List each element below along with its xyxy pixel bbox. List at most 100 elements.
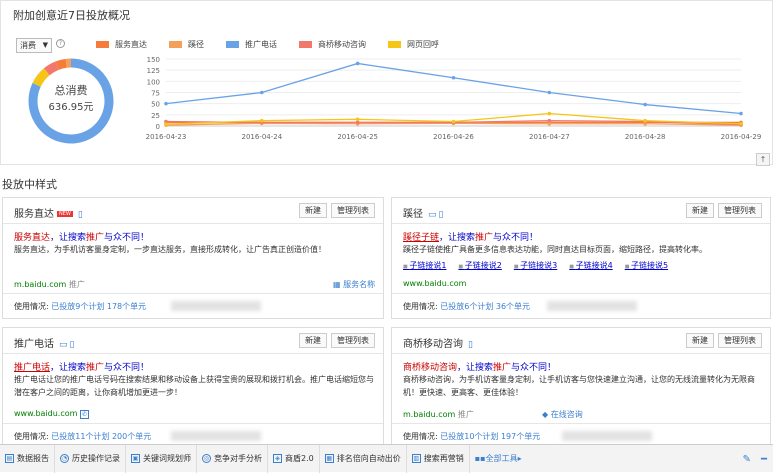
data-point[interactable]: [260, 91, 264, 95]
line-chart: 02550751001251502016-04-232016-04-242016…: [131, 53, 771, 148]
tool-keyword-planner[interactable]: ▣关键词规划师: [126, 445, 197, 473]
ad-title-text: ，让搜索: [439, 233, 475, 243]
ad-title-text: 与众不同！: [104, 363, 149, 373]
card-title: 服务直达NEW▯: [14, 205, 83, 220]
sitelink[interactable]: 子链接说4: [569, 260, 612, 271]
tool-history[interactable]: ◔历史操作记录: [55, 445, 126, 473]
ad-title-text: ，让搜索: [50, 363, 86, 373]
blurred-content: [171, 431, 261, 441]
blurred-content: [562, 431, 652, 441]
phone-icon[interactable]: ✆: [80, 410, 89, 419]
ad-title[interactable]: 商桥移动咨询，让搜索推广与众不同！: [403, 360, 556, 373]
y-tick-label: 100: [147, 78, 160, 86]
ad-title[interactable]: 服务直达，让搜索推广与众不同！: [14, 230, 149, 243]
ad-title-text: ，让搜索: [50, 233, 86, 243]
data-point[interactable]: [548, 122, 552, 126]
data-point[interactable]: [356, 118, 360, 122]
manage-list-button[interactable]: 管理列表: [718, 203, 762, 218]
legend-swatch: [96, 41, 109, 48]
legend-item[interactable]: 推广电话: [226, 39, 277, 50]
data-point[interactable]: [548, 112, 552, 116]
manage-list-button[interactable]: 管理列表: [331, 203, 375, 218]
data-point[interactable]: [548, 91, 552, 95]
legend-label: 商桥移动咨询: [318, 39, 366, 50]
legend-item[interactable]: 网页回呼: [388, 39, 439, 50]
data-point[interactable]: [164, 102, 168, 106]
expand-icon[interactable]: ↑: [756, 153, 770, 166]
ad-title[interactable]: 推广电话，让搜索推广与众不同！: [14, 360, 149, 373]
service-name-link[interactable]: ▦ 服务名称: [333, 279, 375, 290]
sitelink[interactable]: 子链接说3: [514, 260, 557, 271]
data-point[interactable]: [452, 120, 456, 124]
sitelink[interactable]: 子链接说1: [403, 260, 446, 271]
data-point[interactable]: [739, 112, 743, 116]
card-title-text: 蹊径: [403, 209, 423, 220]
usage-link[interactable]: 已投放6个计划 36个单元: [440, 302, 530, 311]
data-point[interactable]: [643, 103, 647, 107]
tool-label: 商盾2.0: [285, 453, 314, 464]
legend-swatch: [388, 41, 401, 48]
online-consult-link[interactable]: ◆ 在线咨询: [542, 409, 583, 420]
edit-icon[interactable]: ✎: [743, 454, 751, 465]
shield-icon: ◈: [273, 454, 282, 463]
desktop-icon: ▭: [59, 340, 68, 350]
tool-shangdun[interactable]: ◈商盾2.0: [268, 445, 320, 473]
y-tick-label: 125: [147, 67, 160, 75]
tool-auto-bid[interactable]: ▦排名倍向自动出价: [320, 445, 407, 473]
data-point[interactable]: [164, 122, 168, 126]
usage-info: 使用情况: 已投放6个计划 36个单元: [403, 301, 530, 312]
report-icon: ▤: [5, 454, 14, 463]
usage-link[interactable]: 已投放11个计划 200个单元: [51, 432, 151, 441]
ad-title-keyword: 商桥移动咨询: [403, 363, 457, 373]
sitelink[interactable]: 子链接说2: [458, 260, 501, 271]
bottom-toolbar: ▤数据报告 ◔历史操作记录 ▣关键词规划师 ◎竞争对手分析 ◈商盾2.0 ▦排名…: [0, 444, 773, 472]
data-point[interactable]: [356, 62, 360, 66]
x-tick-label: 2016-04-26: [433, 133, 474, 141]
usage-label: 使用情况:: [14, 302, 49, 311]
tool-label: 历史操作记录: [72, 453, 120, 464]
online-consult-label: 在线咨询: [551, 410, 583, 419]
data-point[interactable]: [260, 119, 264, 123]
data-point[interactable]: [548, 119, 552, 123]
all-tools-button[interactable]: ▪▪ 全部工具 ▸: [470, 445, 527, 473]
manage-list-button[interactable]: 管理列表: [331, 333, 375, 348]
data-point[interactable]: [643, 119, 647, 123]
total-label: 总消费: [27, 83, 115, 98]
data-point[interactable]: [356, 121, 360, 125]
usage-info: 使用情况: 已投放11个计划 200个单元: [14, 431, 151, 442]
ad-title[interactable]: 蹊径子链，让搜索推广与众不同！: [403, 230, 538, 243]
ad-title-highlight: 推广: [475, 233, 493, 243]
tool-label: 关键词规划师: [143, 453, 191, 464]
ad-title-text: 与众不同！: [511, 363, 556, 373]
manage-list-button[interactable]: 管理列表: [718, 333, 762, 348]
chart-legend: 服务直达 蹊径 推广电话 商桥移动咨询 网页回呼: [96, 39, 461, 50]
new-button[interactable]: 新建: [299, 203, 327, 218]
legend-item[interactable]: 蹊径: [169, 39, 204, 50]
new-button[interactable]: 新建: [686, 333, 714, 348]
desktop-icon: ▭: [428, 210, 437, 220]
new-button[interactable]: 新建: [299, 333, 327, 348]
help-icon[interactable]: ?: [56, 39, 65, 48]
new-badge: NEW: [57, 211, 73, 217]
minimize-icon[interactable]: ━: [761, 454, 767, 465]
metric-select[interactable]: 消费 ▼: [16, 38, 52, 53]
blurred-content: [171, 301, 261, 311]
remarketing-icon: ▥: [412, 454, 421, 463]
legend-swatch: [169, 41, 182, 48]
legend-label: 网页回呼: [407, 39, 439, 50]
sitelink[interactable]: 子链接说5: [625, 260, 668, 271]
y-tick-label: 0: [156, 123, 160, 131]
tool-competitor[interactable]: ◎竞争对手分析: [197, 445, 268, 473]
grid-icon: ▦: [333, 280, 343, 289]
ad-title-keyword: 推广电话: [14, 363, 50, 373]
usage-link[interactable]: 已投放9个计划 178个单元: [51, 302, 146, 311]
usage-link[interactable]: 已投放10个计划 197个单元: [440, 432, 540, 441]
tool-data-report[interactable]: ▤数据报告: [0, 445, 55, 473]
legend-item[interactable]: 商桥移动咨询: [299, 39, 366, 50]
legend-item[interactable]: 服务直达: [96, 39, 147, 50]
tool-remarketing[interactable]: ▥搜索再营销: [407, 445, 470, 473]
new-button[interactable]: 新建: [686, 203, 714, 218]
data-point[interactable]: [452, 76, 456, 80]
data-point[interactable]: [739, 122, 743, 126]
ad-url: m.baidu.com 推广: [403, 409, 474, 420]
